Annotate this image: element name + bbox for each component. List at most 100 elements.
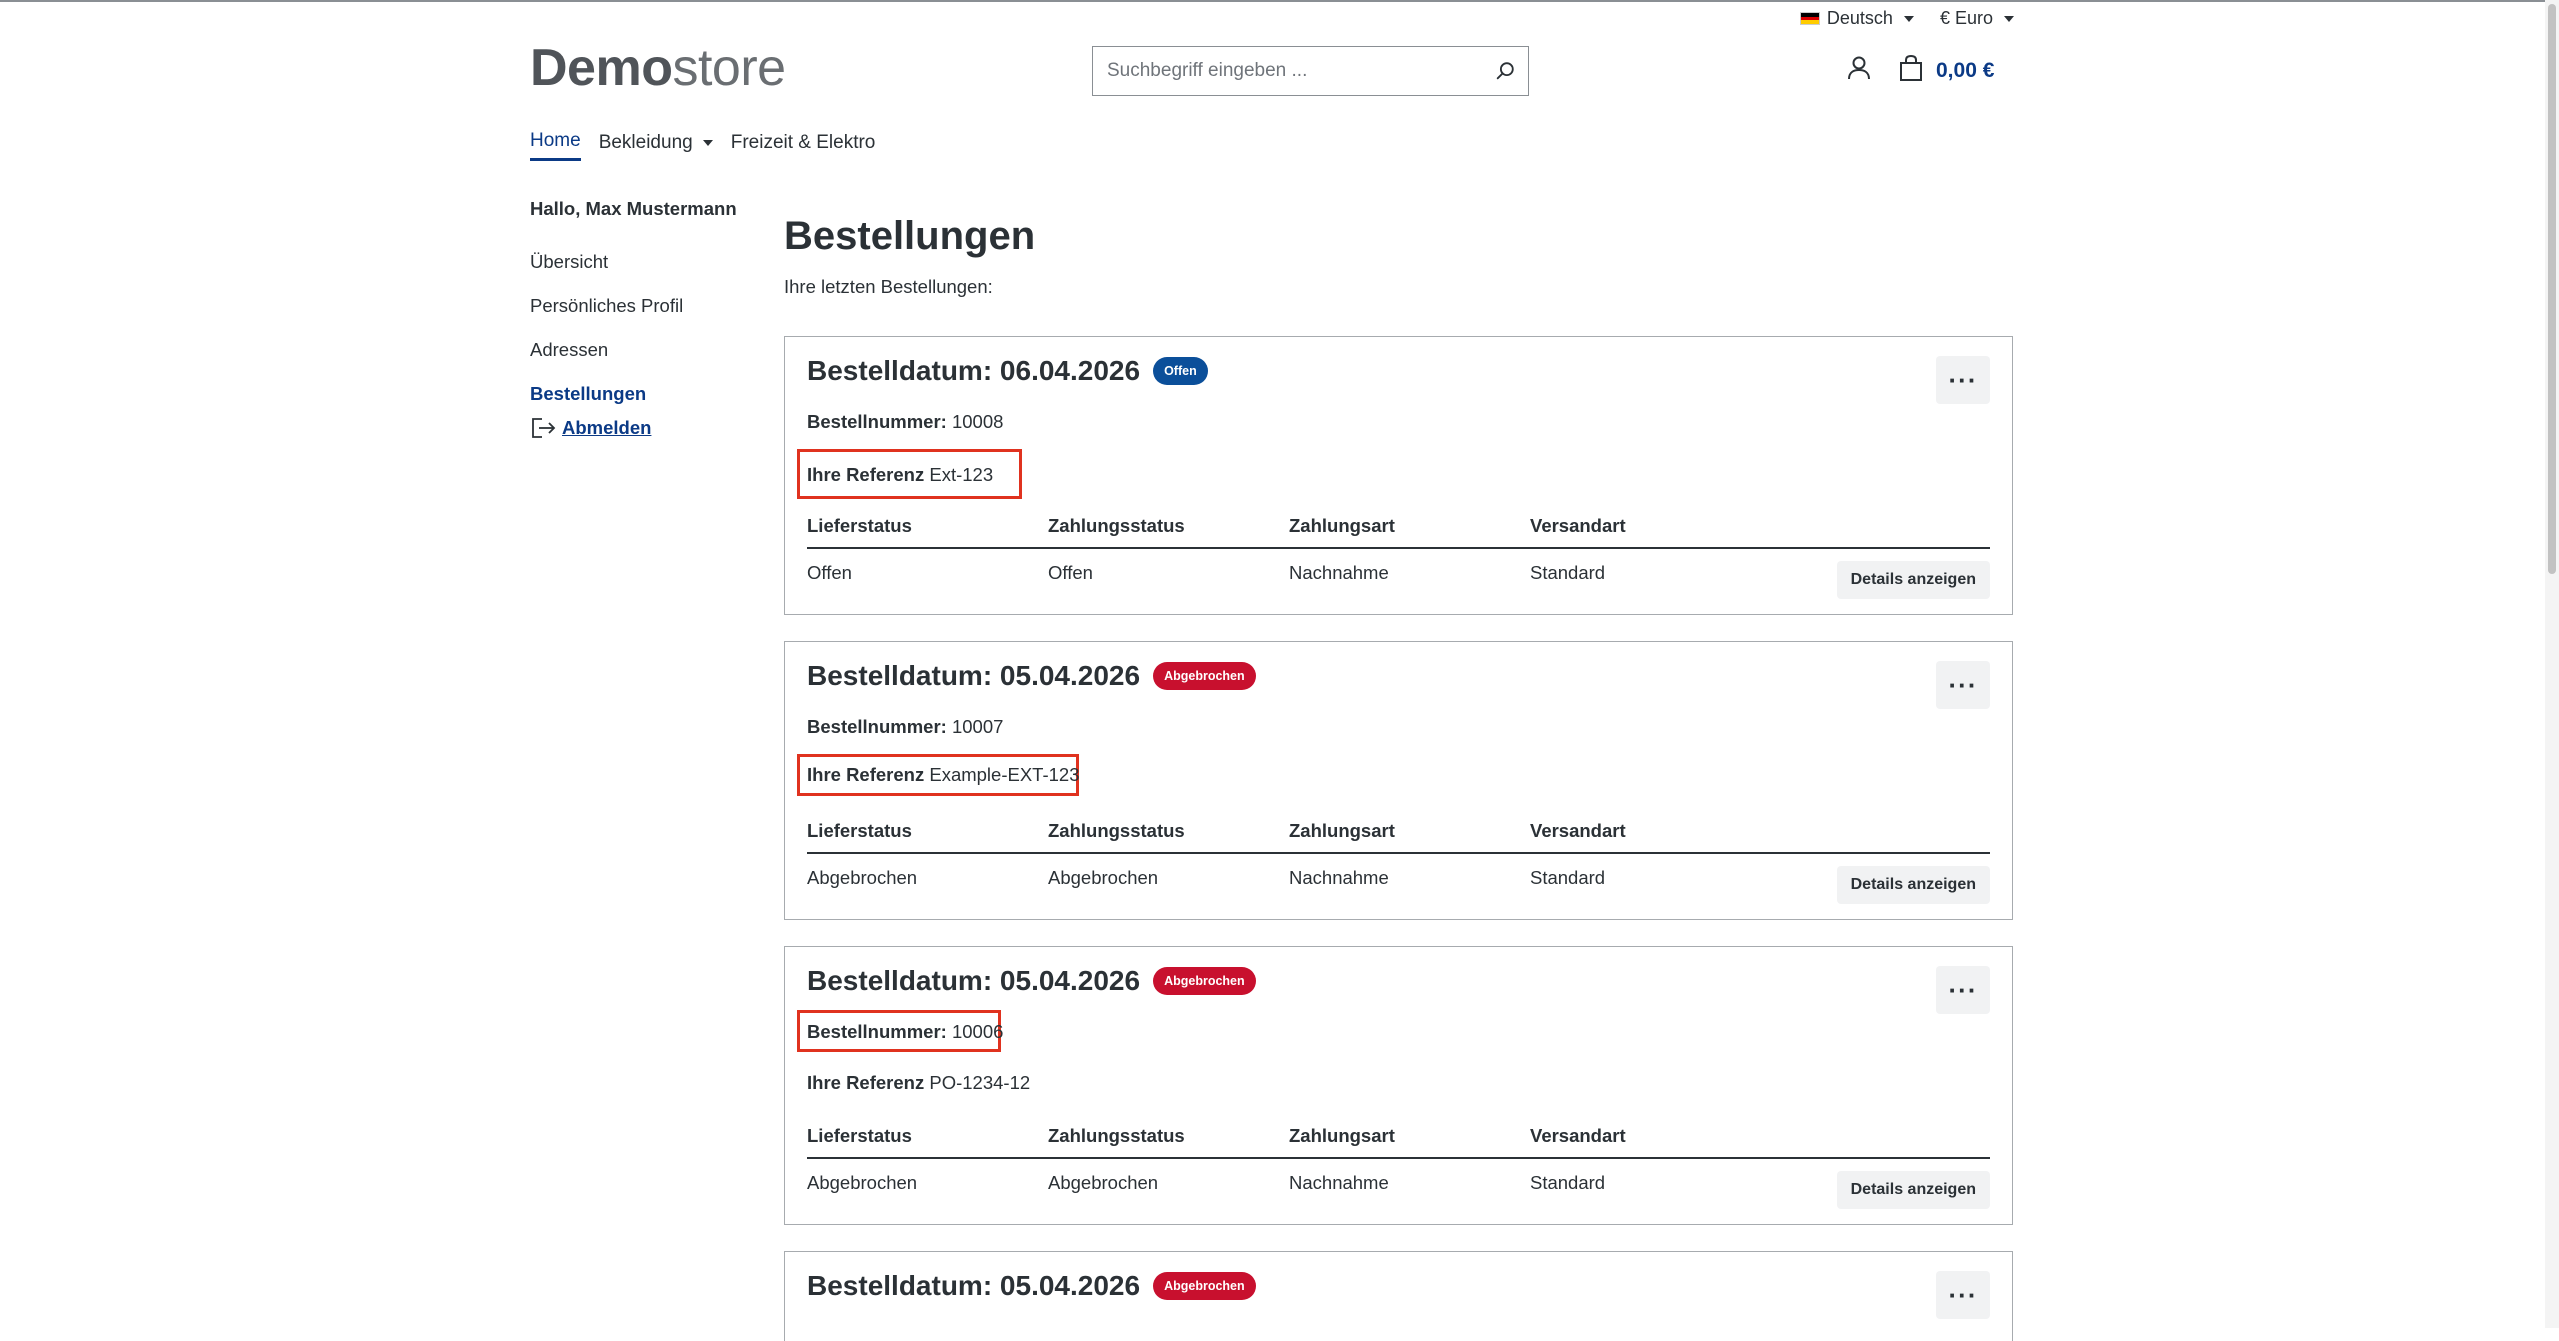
- status-badge: Abgebrochen: [1153, 967, 1256, 995]
- window-top-border: [0, 0, 2559, 2]
- more-options-button[interactable]: ···: [1936, 661, 1990, 709]
- logout-icon: [532, 418, 556, 438]
- order-status-table: Lieferstatus Zahlungsstatus Zahlungsart …: [807, 820, 1990, 904]
- topbar: Deutsch € Euro: [1799, 8, 2014, 29]
- status-badge: Abgebrochen: [1153, 662, 1256, 690]
- order-number-row: Bestellnummer: 10007: [807, 716, 1003, 738]
- delivery-status: Abgebrochen: [807, 867, 918, 888]
- main-navigation: Home Bekleidung Freizeit & Elektro: [530, 130, 875, 161]
- payment-status: Offen: [1048, 562, 1093, 583]
- nav-item-label: Home: [530, 130, 581, 151]
- order-card: Bestelldatum: 05.04.2026 Abgebrochen ···…: [784, 946, 2013, 1225]
- order-number-value: 10006: [951, 1021, 1004, 1042]
- chevron-down-icon: [2004, 15, 2014, 22]
- shipping-method: Standard: [1530, 562, 1606, 583]
- cart-total[interactable]: 0,00 €: [1936, 59, 1994, 83]
- payment-method: Nachnahme: [1289, 867, 1389, 888]
- order-number-label: Bestellnummer:: [807, 411, 947, 432]
- status-badge: Abgebrochen: [1153, 1272, 1256, 1300]
- order-date: Bestelldatum: 05.04.2026: [807, 660, 1141, 691]
- nav-item-freizeit-elektro[interactable]: Freizeit & Elektro: [731, 130, 876, 161]
- search-box: [1092, 46, 1529, 96]
- nav-item-label: Bekleidung: [598, 131, 693, 153]
- logout-link[interactable]: Abmelden: [530, 416, 750, 440]
- reference-row: Ihre Referenz Ext-123: [807, 464, 993, 486]
- greeting: Hallo, Max Mustermann: [530, 198, 737, 219]
- column-header: Zahlungsart: [1289, 515, 1395, 536]
- status-badge: Offen: [1153, 357, 1208, 385]
- more-options-button[interactable]: ···: [1936, 966, 1990, 1014]
- sidebar-item-profile[interactable]: Persönliches Profil: [530, 295, 750, 339]
- orders-header: Bestellungen Ihre letzten Bestellungen:: [784, 210, 2013, 298]
- cart-icon[interactable]: [1898, 54, 1924, 82]
- reference-row: Ihre Referenz PO-1234-12: [807, 1072, 1030, 1094]
- reference-value: PO-1234-12: [929, 1072, 1031, 1093]
- sidebar-item-addresses[interactable]: Adressen: [530, 339, 750, 383]
- payment-method: Nachnahme: [1289, 1172, 1389, 1193]
- reference-row: Ihre Referenz Example-EXT-123: [807, 764, 1079, 786]
- order-date: Bestelldatum: 05.04.2026: [807, 965, 1141, 996]
- payment-status: Abgebrochen: [1048, 1172, 1159, 1193]
- logout-label: Abmelden: [562, 417, 652, 438]
- payment-status: Abgebrochen: [1048, 867, 1159, 888]
- german-flag-icon: [1799, 12, 1820, 25]
- order-number-row: Bestellnummer: 10008: [807, 411, 1003, 433]
- column-header: Versandart: [1530, 820, 1626, 841]
- delivery-status: Offen: [807, 562, 852, 583]
- logo-light: store: [672, 39, 786, 97]
- payment-method: Nachnahme: [1289, 562, 1389, 583]
- chevron-down-icon: [1903, 15, 1914, 22]
- currency-label: € Euro: [1939, 8, 1993, 28]
- order-date: Bestelldatum: 06.04.2026: [807, 355, 1141, 386]
- logo-bold: Demo: [530, 39, 673, 97]
- nav-item-bekleidung[interactable]: Bekleidung: [599, 130, 713, 161]
- page-title: Bestellungen: [784, 214, 1036, 258]
- order-status-table: Lieferstatus Zahlungsstatus Zahlungsart …: [807, 1125, 1990, 1209]
- show-details-button[interactable]: Details anzeigen: [1836, 561, 1990, 599]
- order-date: Bestelldatum: 05.04.2026: [807, 1270, 1141, 1301]
- show-details-button[interactable]: Details anzeigen: [1836, 866, 1990, 904]
- sidebar-item-overview[interactable]: Übersicht: [530, 251, 750, 295]
- reference-label: Ihre Referenz: [807, 1072, 925, 1093]
- order-number-label: Bestellnummer:: [807, 1021, 947, 1042]
- column-header: Zahlungsart: [1289, 820, 1395, 841]
- more-options-button[interactable]: ···: [1936, 1271, 1990, 1319]
- column-header: Lieferstatus: [807, 1125, 912, 1146]
- search-icon[interactable]: [1494, 60, 1516, 82]
- intro-text: Ihre letzten Bestellungen:: [784, 276, 993, 297]
- account-sidebar: Hallo, Max Mustermann Übersicht Persönli…: [530, 198, 750, 440]
- order-status-table: Lieferstatus Zahlungsstatus Zahlungsart …: [807, 515, 1990, 599]
- column-header: Versandart: [1530, 1125, 1626, 1146]
- delivery-status: Abgebrochen: [807, 1172, 918, 1193]
- show-details-button[interactable]: Details anzeigen: [1836, 1171, 1990, 1209]
- column-header: Zahlungsstatus: [1048, 1125, 1185, 1146]
- column-header: Lieferstatus: [807, 515, 912, 536]
- order-number-value: 10007: [951, 716, 1004, 737]
- order-card: Bestelldatum: 05.04.2026 Abgebrochen ···…: [784, 641, 2013, 920]
- scrollbar-thumb[interactable]: [2548, 4, 2556, 574]
- currency-dropdown[interactable]: € Euro: [1940, 8, 2014, 29]
- more-options-button[interactable]: ···: [1936, 356, 1990, 404]
- reference-value: Ext-123: [929, 464, 994, 485]
- column-header: Lieferstatus: [807, 820, 912, 841]
- shipping-method: Standard: [1530, 1172, 1606, 1193]
- order-number-value: 10008: [951, 411, 1004, 432]
- reference-label: Ihre Referenz: [807, 464, 925, 485]
- search-input[interactable]: [1105, 59, 1494, 83]
- nav-item-home[interactable]: Home: [530, 130, 581, 161]
- nav-item-label: Freizeit & Elektro: [730, 131, 876, 153]
- chevron-down-icon: [702, 139, 713, 146]
- column-header: Zahlungsstatus: [1048, 515, 1185, 536]
- shipping-method: Standard: [1530, 867, 1606, 888]
- column-header: Versandart: [1530, 515, 1626, 536]
- reference-value: Example-EXT-123: [929, 764, 1080, 785]
- account-icon[interactable]: [1846, 55, 1872, 81]
- store-logo[interactable]: Demostore: [530, 38, 786, 98]
- column-header: Zahlungsart: [1289, 1125, 1395, 1146]
- page-scrollbar[interactable]: [2545, 0, 2559, 1328]
- language-dropdown[interactable]: Deutsch: [1799, 8, 1914, 29]
- order-number-row: Bestellnummer: 10006: [807, 1021, 1003, 1043]
- order-number-label: Bestellnummer:: [807, 716, 947, 737]
- reference-label: Ihre Referenz: [807, 764, 925, 785]
- order-card: Bestelldatum: 06.04.2026 Offen ··· Beste…: [784, 336, 2013, 615]
